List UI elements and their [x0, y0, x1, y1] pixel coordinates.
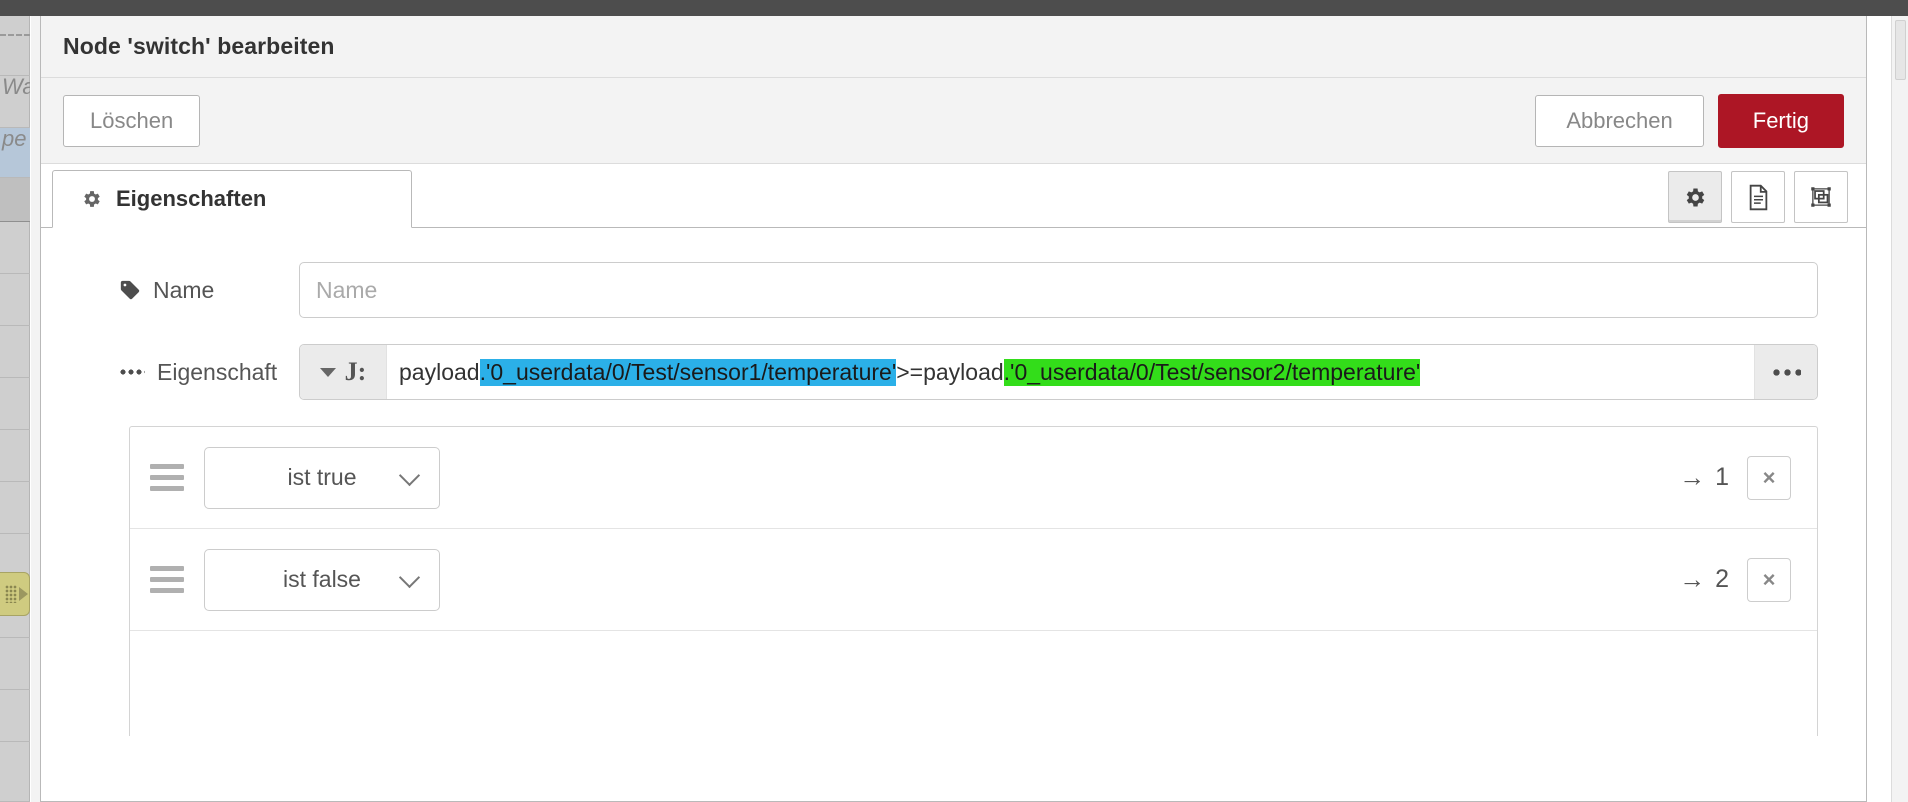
- appearance-icon-button[interactable]: [1794, 171, 1848, 223]
- expr-segment-sensor1: .'0_userdata/0/Test/sensor1/temperature': [479, 358, 897, 386]
- rule-output-number: 2: [1715, 565, 1729, 593]
- arrow-right-icon: →: [1679, 462, 1706, 492]
- palette-item-pe[interactable]: pe: [0, 128, 30, 178]
- chevron-down-icon: [398, 464, 421, 486]
- palette-item[interactable]: [0, 274, 30, 326]
- ellipsis-icon: [119, 369, 145, 375]
- gear-icon: [81, 188, 103, 210]
- rule-condition-select[interactable]: ist true: [204, 446, 440, 509]
- drag-handle-icon[interactable]: [144, 464, 184, 491]
- editor-header-bar: [0, 0, 1908, 16]
- palette-item[interactable]: [0, 222, 30, 274]
- edit-node-dialog: Node 'switch' bearbeiten Löschen Abbrech…: [40, 16, 1867, 802]
- chevron-down-icon: [319, 367, 336, 377]
- rule-output: → 2: [1679, 564, 1729, 595]
- node-output-port-icon: [19, 587, 28, 601]
- palette-item[interactable]: [0, 638, 30, 690]
- description-icon-button[interactable]: [1731, 171, 1785, 223]
- jsonata-icon: J:: [344, 357, 367, 386]
- palette-item[interactable]: [0, 178, 30, 222]
- property-label-text: Eigenschaft: [157, 358, 278, 385]
- tab-properties[interactable]: Eigenschaften: [52, 170, 412, 228]
- palette-item-label: pe: [2, 128, 27, 151]
- cancel-button[interactable]: Abbrechen: [1535, 94, 1704, 147]
- flow-node[interactable]: [0, 572, 30, 616]
- gear-icon-button[interactable]: [1668, 171, 1722, 223]
- drag-handle-icon[interactable]: [144, 566, 184, 593]
- expr-segment-operator: >=: [896, 358, 924, 385]
- property-typed-input: J: payload .'0_userdata/0/Test/sensor1/te…: [299, 344, 1818, 400]
- expression-expand-button[interactable]: [1754, 345, 1817, 399]
- node-grip-icon: [5, 585, 17, 603]
- name-label: Name: [119, 277, 299, 304]
- property-expression-input[interactable]: payload .'0_userdata/0/Test/sensor1/tempe…: [387, 345, 1754, 399]
- palette-item[interactable]: [0, 690, 30, 742]
- arrow-right-icon: →: [1679, 564, 1706, 594]
- rule-condition-label: ist true: [287, 464, 357, 490]
- chevron-down-icon: [398, 566, 421, 588]
- rule-row: ist true → 1 ×: [130, 427, 1817, 529]
- rule-output: → 1: [1679, 462, 1729, 493]
- palette-item[interactable]: [0, 482, 30, 534]
- rule-remove-button[interactable]: ×: [1747, 455, 1791, 500]
- dialog-body: Name Eigenschaft J:: [41, 228, 1866, 736]
- rules-container: ist true → 1 × ist false → 2 ×: [129, 426, 1818, 736]
- property-row: Eigenschaft J: payload .'0_userdata/0/Tes…: [41, 344, 1866, 400]
- palette-item[interactable]: [0, 742, 30, 802]
- expr-segment-payload-1: payload: [399, 358, 480, 385]
- rule-remove-button[interactable]: ×: [1747, 557, 1791, 602]
- tab-properties-label: Eigenschaften: [116, 186, 267, 211]
- property-type-selector[interactable]: J:: [300, 345, 387, 399]
- palette-item[interactable]: [0, 430, 30, 482]
- rule-condition-select[interactable]: ist false: [204, 548, 440, 611]
- palette-item[interactable]: [0, 378, 30, 430]
- rule-condition-label: ist false: [283, 566, 361, 592]
- name-input[interactable]: [299, 262, 1818, 318]
- rule-output-number: 1: [1715, 463, 1729, 491]
- palette-item[interactable]: [0, 34, 30, 76]
- name-label-text: Name: [153, 276, 215, 303]
- scrollbar-thumb[interactable]: [1895, 20, 1906, 80]
- delete-button[interactable]: Löschen: [63, 94, 201, 147]
- screen: Wa pe Node 'switch' bearbeiten Löschen A…: [0, 0, 1908, 802]
- name-row: Name: [41, 262, 1866, 318]
- done-button[interactable]: Fertig: [1717, 93, 1844, 148]
- dialog-title: Node 'switch' bearbeiten: [41, 16, 1866, 78]
- dialog-toolbar: Löschen Abbrechen Fertig: [41, 78, 1866, 164]
- expr-segment-payload-2: payload: [923, 358, 1004, 385]
- rule-row: ist false → 2 ×: [130, 529, 1817, 631]
- tag-icon: [119, 279, 141, 301]
- tab-strip: Eigenschaften: [41, 164, 1866, 228]
- palette-item-label: Wa: [2, 76, 30, 99]
- editor-canvas-edge: [31, 16, 40, 802]
- expr-segment-sensor2: .'0_userdata/0/Test/sensor2/temperature': [1003, 358, 1421, 386]
- palette-item-wa[interactable]: Wa: [0, 76, 30, 128]
- palette-item[interactable]: [0, 326, 30, 378]
- vertical-scrollbar[interactable]: [1891, 16, 1908, 802]
- property-label: Eigenschaft: [119, 359, 299, 386]
- tab-icon-group: [1668, 171, 1848, 223]
- editor-palette: Wa pe: [0, 16, 30, 802]
